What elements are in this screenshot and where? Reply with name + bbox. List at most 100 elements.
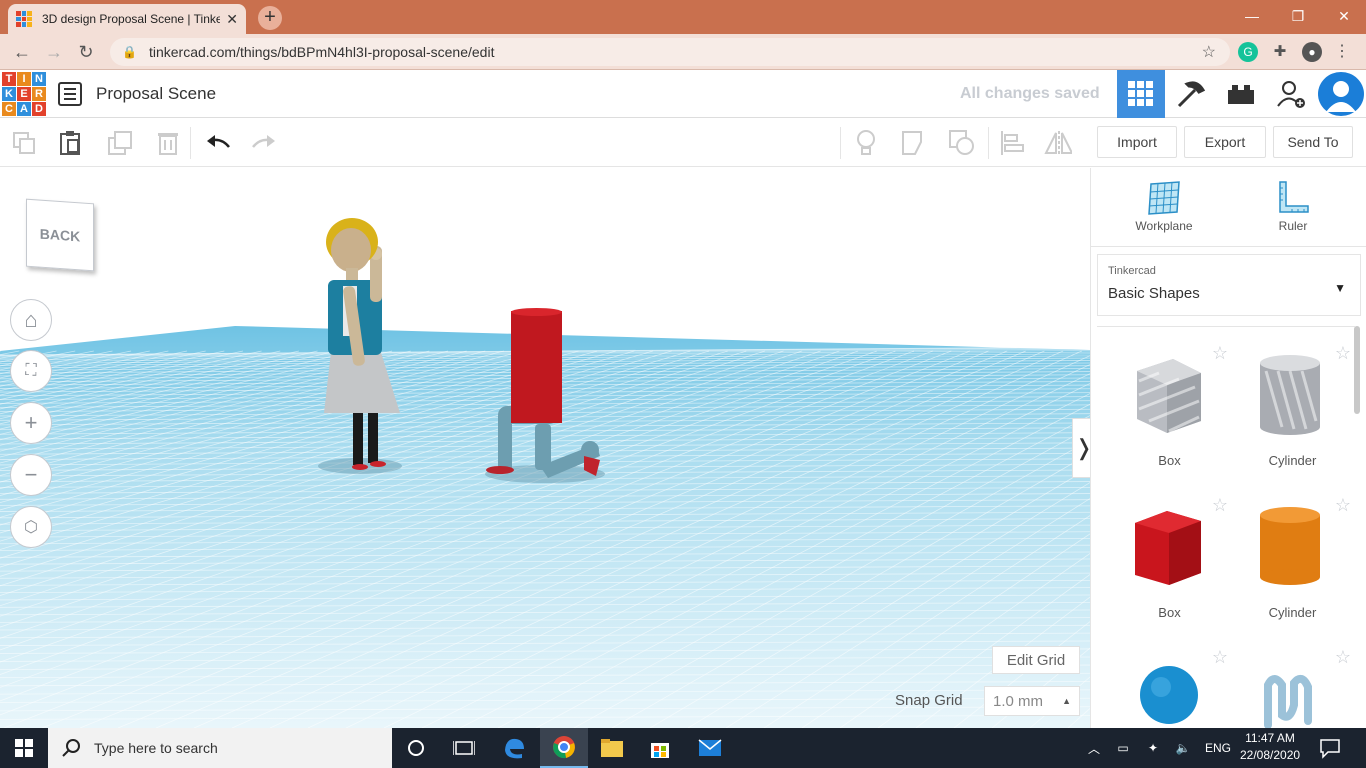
lock-icon: 🔒 [122,45,137,59]
brick-icon [1228,85,1254,104]
lightbulb-icon[interactable] [852,129,880,157]
forward-arrow-icon[interactable]: → [42,40,66,64]
save-status: All changes saved [960,85,1100,102]
grammarly-extension-icon[interactable]: G [1238,42,1258,62]
duplicate-icon[interactable] [106,129,134,157]
show-hidden-icons-chevron-icon[interactable]: ︿ [1080,740,1108,757]
shape-library-dropdown[interactable]: Tinkercad Basic Shapes ▼ [1097,254,1361,316]
delete-trash-icon[interactable] [154,129,182,157]
workplane-tool[interactable]: Workplane [1124,180,1204,233]
design-list-icon[interactable] [58,82,82,106]
cortana-circle-icon[interactable] [392,728,440,768]
favorite-star-icon[interactable]: ☆ [1335,343,1351,364]
snap-grid-select[interactable]: 1.0 mm ▲ [984,686,1080,716]
zoom-in-icon[interactable]: + [10,402,52,444]
panel-divider [1091,246,1366,247]
undo-arrow-icon[interactable] [204,129,232,157]
ruler-tool[interactable]: Ruler [1253,180,1333,233]
shape-label: Box [1158,453,1181,468]
profile-icon[interactable]: ● [1302,42,1322,62]
favorite-star-icon[interactable]: ☆ [1212,343,1228,364]
favorite-star-icon[interactable]: ☆ [1212,495,1228,516]
snap-grid-label: Snap Grid [895,692,963,709]
new-tab-button[interactable]: + [258,6,282,30]
language-indicator[interactable]: ENG [1198,741,1238,755]
invite-user-button[interactable] [1266,70,1316,118]
app-header: T I N K E R C A D Proposal Scene All cha… [0,70,1366,118]
favorite-star-icon[interactable]: ☆ [1335,647,1351,668]
shapes-grid: ☆ Box ☆ Cylinder ☆ Box ☆ Cylinder ☆ ☆ [1097,326,1355,729]
user-avatar[interactable] [1318,72,1364,116]
url-text: tinkercad.com/things/bdBPmN4hl3I-proposa… [148,44,495,60]
view-cube[interactable]: BACK [26,198,94,272]
fit-view-icon[interactable]: ⛶ [10,350,52,392]
close-tab-icon[interactable]: ✕ [226,11,238,28]
orange-cylinder-icon [1260,507,1320,585]
taskbar-clock[interactable]: 11:47 AM 22/08/2020 [1240,730,1300,764]
chrome-taskbar-icon[interactable] [540,728,588,768]
shape-cylinder[interactable]: ☆ Cylinder [1230,487,1355,639]
scribble-icon [1264,674,1312,729]
copy-icon[interactable] [10,129,38,157]
shapes-panel: Workplane Ruler Tinkercad Basic Shapes ▼… [1090,168,1366,729]
browser-tab-strip: 3D design Proposal Scene | Tinke ✕ + — ❐… [0,0,1366,34]
favorite-star-icon[interactable]: ☆ [1335,495,1351,516]
caret-up-down-icon: ▲ [1062,696,1071,706]
edit-grid-button[interactable]: Edit Grid [992,646,1080,674]
favorite-star-icon[interactable]: ☆ [1212,647,1228,668]
3d-view-button[interactable] [1117,70,1165,118]
bricks-view-button[interactable] [1216,70,1266,118]
chrome-menu-icon[interactable]: ⋮ [1332,42,1352,62]
shape-scribble[interactable]: ☆ [1230,639,1355,729]
close-window-icon[interactable]: ✕ [1324,4,1364,28]
edge-browser-icon[interactable] [490,728,538,768]
extensions-puzzle-icon[interactable]: ✚ [1270,42,1290,62]
reload-icon[interactable]: ↻ [74,40,98,64]
align-icon[interactable] [998,129,1026,157]
battery-icon[interactable]: ▭ [1108,741,1138,755]
shape-sphere[interactable]: ☆ [1107,639,1232,729]
minimize-icon[interactable]: — [1232,4,1272,28]
export-button[interactable]: Export [1184,126,1266,158]
tinkercad-favicon [16,11,32,27]
taskbar-search-input[interactable]: Type here to search [48,728,392,768]
file-explorer-icon[interactable] [588,728,636,768]
workplane-grid[interactable] [0,168,1090,728]
send-to-button[interactable]: Send To [1273,126,1353,158]
maximize-icon[interactable]: ❐ [1278,4,1318,28]
bookmark-star-icon[interactable]: ☆ [1202,42,1216,62]
group-icon[interactable] [900,129,928,157]
system-tray: ︿ ▭ ✦ 🔈 ENG [1080,728,1238,768]
browser-tab[interactable]: 3D design Proposal Scene | Tinke ✕ [8,4,246,34]
store-bag-icon[interactable] [636,728,684,768]
shape-box-hole[interactable]: ☆ Box [1107,335,1232,487]
task-view-icon[interactable] [440,728,488,768]
shape-box[interactable]: ☆ Box [1107,487,1232,639]
workplane-label: Workplane [1135,219,1193,233]
ruler-label: Ruler [1278,219,1308,233]
dropbox-icon[interactable]: ✦ [1138,741,1168,755]
shape-cylinder-hole[interactable]: ☆ Cylinder [1230,335,1355,487]
panel-scrollbar[interactable] [1354,326,1360,414]
import-button[interactable]: Import [1097,126,1177,158]
zoom-out-icon[interactable]: − [10,454,52,496]
mail-icon[interactable] [686,728,734,768]
volume-icon[interactable]: 🔈 [1168,741,1198,755]
shape-label: Cylinder [1268,453,1317,468]
workplane-viewport[interactable]: BACK ⌂ ⛶ + − ⬡ Edit Grid Snap Grid 1.0 m… [0,168,1090,728]
blocks-view-button[interactable] [1166,70,1216,118]
paste-icon[interactable] [56,129,84,157]
ungroup-icon[interactable] [948,129,976,157]
back-arrow-icon[interactable]: ← [10,40,34,64]
redo-arrow-icon[interactable] [250,129,278,157]
library-name: Basic Shapes [1108,285,1200,302]
url-input[interactable]: 🔒 tinkercad.com/things/bdBPmN4hl3I-propo… [110,38,1230,66]
home-view-icon[interactable]: ⌂ [10,299,52,341]
windows-start-icon[interactable] [0,728,48,768]
address-bar-row: ← → ↻ 🔒 tinkercad.com/things/bdBPmN4hl3I… [0,34,1366,70]
notifications-icon[interactable] [1318,736,1346,760]
mirror-icon[interactable] [1044,129,1072,157]
tinkercad-logo[interactable]: T I N K E R C A D [2,72,46,116]
project-title[interactable]: Proposal Scene [96,84,216,104]
perspective-cube-icon[interactable]: ⬡ [10,506,52,548]
